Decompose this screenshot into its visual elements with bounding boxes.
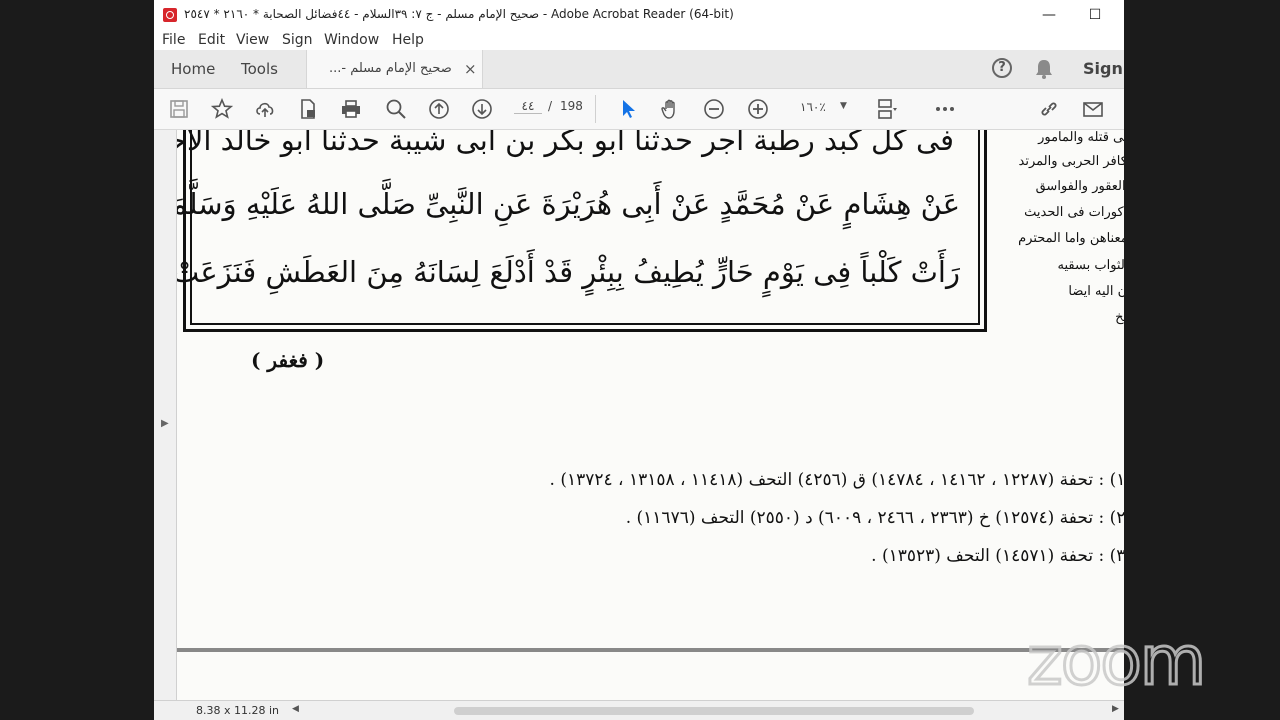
text-line-3: رَأَتْ كَلْباً فِى يَوْمٍ حَارٍّ يُطِيفُ… bbox=[177, 255, 960, 289]
previous-page-icon[interactable] bbox=[428, 98, 450, 120]
window-title: صحيح الإمام مسلم - ج ٧: ٣٩السلام - ٤٤فضا… bbox=[184, 7, 734, 21]
page-number-input[interactable]: ٤٤ bbox=[514, 99, 542, 114]
save-icon[interactable] bbox=[168, 98, 190, 120]
scroll-right-icon[interactable]: ▶ bbox=[1112, 704, 1119, 714]
side-note-line: ع فى قتله والمامور bbox=[1038, 130, 1124, 145]
zoom-out-icon[interactable] bbox=[703, 98, 725, 120]
text-line-2: عَنْ هِشَامٍ عَنْ مُحَمَّدٍ عَنْ أَبِى ه… bbox=[177, 187, 960, 221]
next-page-icon[interactable] bbox=[471, 98, 493, 120]
side-note-line: كالكافر الحربى والمرتد bbox=[1018, 154, 1124, 169]
page-size-label: 8.38 x 11.28 in bbox=[196, 704, 280, 717]
horizontal-scrollbar[interactable] bbox=[454, 707, 974, 715]
total-pages: 198 bbox=[560, 99, 583, 113]
tab-close-icon[interactable]: × bbox=[464, 50, 477, 88]
tab-tools[interactable]: Tools bbox=[241, 50, 278, 88]
status-bar: 8.38 x 11.28 in ◀ ▶ bbox=[154, 700, 1124, 720]
menu-help[interactable]: Help bbox=[392, 30, 424, 48]
menu-edit[interactable]: Edit bbox=[198, 30, 225, 48]
margin-commentary: ع فى قتله والمامور كالكافر الحربى والمرت… bbox=[995, 130, 1124, 340]
protect-file-icon[interactable] bbox=[297, 98, 319, 120]
help-icon[interactable]: ? bbox=[992, 58, 1012, 78]
side-note-line: ب العقور والفواسق bbox=[1035, 179, 1124, 194]
toolbar-divider bbox=[595, 95, 596, 123]
upload-cloud-icon[interactable] bbox=[254, 98, 276, 120]
menu-bar: File Edit View Sign Window Help bbox=[154, 30, 1124, 52]
side-note-line: ل الثواب بسقيه bbox=[1057, 258, 1124, 273]
maximize-button[interactable]: ☐ bbox=[1080, 4, 1110, 26]
zoom-value: ١٦٠٪ bbox=[800, 100, 826, 114]
footnote-1: (١) : تحفة (١٢٢٨٧ ، ١٤١٦٢ ، ١٤٧٨٤) ق (٤٢… bbox=[549, 470, 1124, 490]
page-layout-icon[interactable] bbox=[876, 98, 898, 120]
footnote-2: (٢) : تحفة (١٢٥٧٤) خ (٢٣٦٣ ، ٢٤٦٦ ، ٦٠٠٩… bbox=[625, 508, 1124, 528]
toolbar: ٤٤ / 198 ١٦٠٪ ▼ bbox=[154, 89, 1124, 130]
menu-view[interactable]: View bbox=[236, 30, 269, 48]
email-icon[interactable] bbox=[1082, 98, 1104, 120]
share-link-icon[interactable] bbox=[1038, 98, 1060, 120]
tab-home[interactable]: Home bbox=[171, 50, 215, 88]
star-icon[interactable] bbox=[211, 98, 233, 120]
side-note-line: ه الخ bbox=[1115, 310, 1124, 325]
title-bar: صحيح الإمام مسلم - ج ٧: ٣٩السلام - ٤٤فضا… bbox=[154, 0, 1124, 30]
acrobat-window: صحيح الإمام مسلم - ج ٧: ٣٩السلام - ٤٤فضا… bbox=[154, 0, 1124, 720]
search-icon[interactable] bbox=[385, 98, 407, 120]
side-note-line: ى معناهن واما المحترم bbox=[1018, 231, 1124, 246]
menu-sign[interactable]: Sign bbox=[282, 30, 313, 48]
text-line-1: فى كل كبد رطبة أجر حدثنا ابو بكر بن ابى … bbox=[177, 130, 954, 157]
menu-window[interactable]: Window bbox=[324, 30, 379, 48]
sign-button[interactable]: Sign bbox=[1083, 50, 1123, 88]
page-bottom-rule bbox=[177, 648, 1124, 652]
text-frame: فى كل كبد رطبة أجر حدثنا ابو بكر بن ابى … bbox=[177, 130, 987, 332]
footnote-3: (٣) : تحفة (١٤٥٧١) التحف (١٣٥٢٣) . bbox=[871, 546, 1124, 566]
hand-tool-icon[interactable] bbox=[660, 98, 682, 120]
minimize-button[interactable]: — bbox=[1034, 4, 1064, 26]
scroll-left-icon[interactable]: ◀ bbox=[292, 704, 299, 714]
acrobat-icon bbox=[163, 8, 177, 22]
bell-icon[interactable] bbox=[1034, 58, 1054, 80]
chevron-down-icon: ▼ bbox=[840, 101, 847, 111]
print-icon[interactable] bbox=[340, 98, 362, 120]
more-tools-icon[interactable] bbox=[934, 98, 956, 120]
select-cursor-icon[interactable] bbox=[618, 98, 640, 120]
side-note-line: سان اليه ايضا bbox=[1068, 284, 1124, 299]
zoom-in-icon[interactable] bbox=[747, 98, 769, 120]
expand-panel-icon[interactable]: ▶ bbox=[161, 418, 169, 429]
menu-file[interactable]: File bbox=[162, 30, 185, 48]
pdf-page: فى كل كبد رطبة أجر حدثنا ابو بكر بن ابى … bbox=[177, 130, 1124, 720]
left-panel-strip: ▶ bbox=[154, 130, 177, 720]
tab-bar: Home Tools صحيح الإمام مسلم -... × ? Sig… bbox=[154, 50, 1124, 89]
catchword-marker: ( فغفر ) bbox=[251, 348, 325, 372]
side-note-line: لمذكورات فى الحديث bbox=[1024, 205, 1124, 220]
document-viewer[interactable]: ▶ فى كل كبد رطبة أجر حدثنا ابو بكر بن اب… bbox=[154, 130, 1124, 720]
tab-document[interactable]: صحيح الإمام مسلم -... × bbox=[306, 50, 483, 88]
zoom-watermark: zoom bbox=[1025, 621, 1207, 703]
tab-document-label: صحيح الإمام مسلم -... bbox=[329, 61, 452, 76]
zoom-dropdown[interactable]: ١٦٠٪ ▼ bbox=[794, 95, 854, 121]
page-separator: / bbox=[548, 99, 553, 113]
